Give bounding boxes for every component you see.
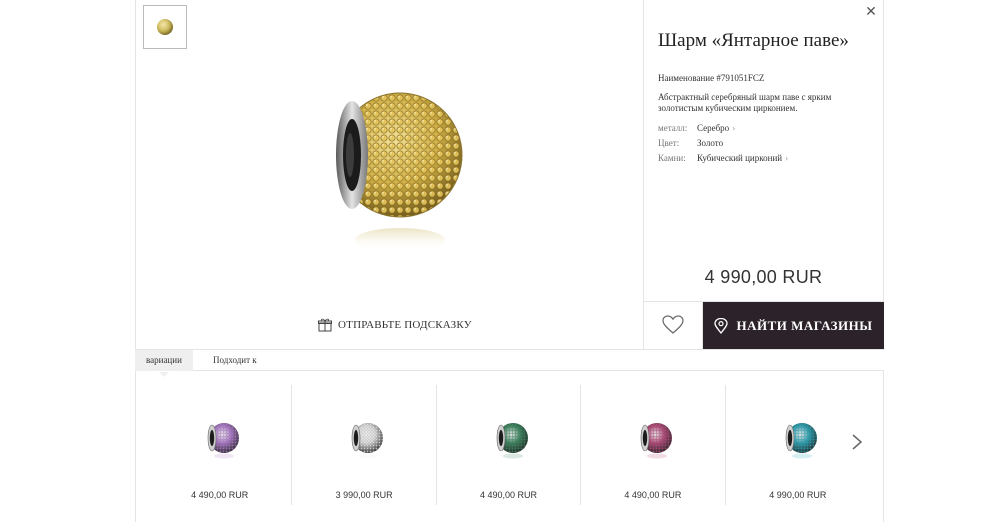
product-price: 4 990,00 RUR xyxy=(704,267,823,287)
tab-fits-to[interactable]: Подходит к xyxy=(202,350,268,371)
chevron-right-icon: › xyxy=(785,153,789,163)
tab-bar: вариации Подходит к xyxy=(135,349,884,377)
variation-bead-image xyxy=(207,423,239,459)
product-attributes: металл: Серебро › Цвет: Золото Камни: Куб… xyxy=(658,121,788,166)
thumbnail-bead-image xyxy=(157,19,173,35)
product-main-image xyxy=(300,70,480,260)
send-hint-label: ОТПРАВЬТЕ ПОДСКАЗКУ xyxy=(338,319,472,331)
variation-item[interactable]: 4 490,00 RUR xyxy=(437,385,582,505)
variation-bead-image xyxy=(352,423,384,459)
send-hint-button[interactable]: ОТПРАВЬТЕ ПОДСКАЗКУ xyxy=(318,318,472,332)
attribute-key: Камни: xyxy=(658,153,686,163)
product-info-panel xyxy=(643,0,884,349)
variations-carousel: 4 490,00 RUR 3 990,00 RUR 4 490,00 RUR 4… xyxy=(148,385,870,505)
close-icon[interactable]: ✕ xyxy=(863,4,879,20)
tab-variations[interactable]: вариации xyxy=(135,350,193,377)
attribute-key: металл: xyxy=(658,123,688,133)
find-stores-button[interactable]: НАЙТИ МАГАЗИНЫ xyxy=(703,302,884,349)
product-title: Шарм «Янтарное паве» xyxy=(658,30,849,51)
chevron-right-icon: › xyxy=(732,123,736,133)
product-sku: Наименование #791051FCZ xyxy=(658,73,765,83)
variation-bead-image xyxy=(640,423,673,459)
attribute-stones-link[interactable]: Кубический цирконий › xyxy=(697,151,788,166)
wishlist-button[interactable] xyxy=(643,301,703,349)
variation-price: 4 990,00 RUR xyxy=(769,490,827,500)
attribute-stones: Камни: Кубический цирконий › xyxy=(658,151,788,166)
variation-item[interactable]: 4 990,00 RUR xyxy=(726,385,870,505)
variation-bead-image xyxy=(496,423,528,459)
product-thumbnail[interactable] xyxy=(143,5,187,49)
attribute-key: Цвет: xyxy=(658,138,680,148)
attribute-metal-link[interactable]: Серебро › xyxy=(697,121,735,136)
variation-price: 4 490,00 RUR xyxy=(479,490,538,500)
attribute-metal: металл: Серебро › xyxy=(658,121,788,136)
attribute-color: Цвет: Золото xyxy=(658,136,788,151)
product-description: Абстрактный серебряный шарм паве с ярким… xyxy=(658,92,832,113)
variation-item[interactable]: 4 490,00 RUR xyxy=(148,385,293,505)
variation-item[interactable]: 3 990,00 RUR xyxy=(292,385,437,505)
variation-price: 4 490,00 RUR xyxy=(191,490,249,500)
variation-bead-image xyxy=(785,423,817,459)
variation-price: 4 490,00 RUR xyxy=(624,490,682,500)
gift-icon xyxy=(318,318,332,332)
variation-price: 3 990,00 RUR xyxy=(335,490,393,500)
chevron-right-icon[interactable] xyxy=(850,432,864,452)
heart-icon xyxy=(661,315,684,334)
map-pin-icon xyxy=(714,317,729,334)
attribute-value: Золото xyxy=(697,138,724,148)
find-stores-label: НАЙТИ МАГАЗИНЫ xyxy=(736,317,873,333)
variation-item[interactable]: 4 490,00 RUR xyxy=(581,385,726,505)
